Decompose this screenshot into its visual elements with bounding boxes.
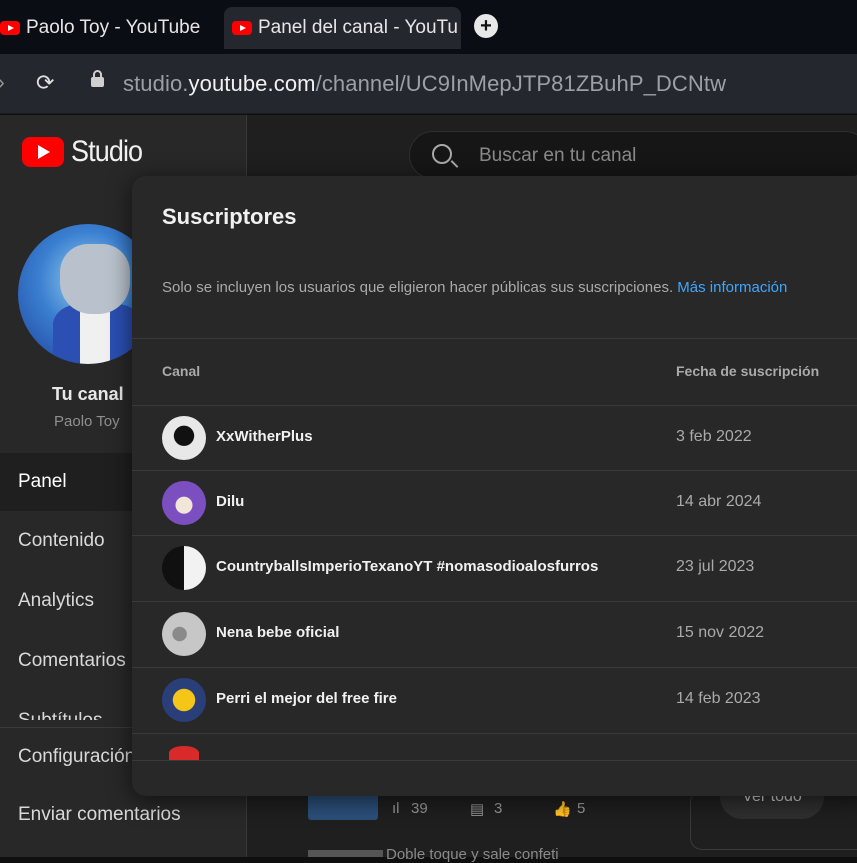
youtube-favicon-icon xyxy=(0,21,20,35)
subscriber-avatar[interactable] xyxy=(162,481,206,525)
subscriber-avatar[interactable] xyxy=(162,416,206,460)
search-icon xyxy=(432,144,452,164)
search-input[interactable]: Buscar en tu canal xyxy=(409,131,857,179)
subscriber-name[interactable]: Nena bebe oficial xyxy=(216,624,339,641)
subscription-date: 3 feb 2022 xyxy=(676,428,752,445)
reload-icon[interactable]: ⟳ xyxy=(36,70,54,96)
subscription-date: 15 nov 2022 xyxy=(676,624,765,641)
logo-text: Studio xyxy=(71,135,143,168)
dialog-footer xyxy=(132,760,857,796)
video-thumbnail[interactable] xyxy=(308,850,383,857)
subscriber-avatar[interactable] xyxy=(169,746,199,760)
comments-count: 3 xyxy=(494,800,503,817)
youtube-favicon-icon xyxy=(232,21,252,35)
channel-title: Tu canal xyxy=(52,384,124,404)
table-row[interactable]: XxWitherPlus 3 feb 2022 xyxy=(132,405,857,470)
likes-count: 5 xyxy=(577,800,586,817)
dialog-title: Suscriptores xyxy=(162,204,297,229)
subscriber-name[interactable]: CountryballsImperioTexanoYT #nomasodioal… xyxy=(216,558,598,575)
channel-name: Paolo Toy xyxy=(54,413,120,430)
views-icon: ıl xyxy=(392,800,400,817)
avatar-shirt xyxy=(80,312,110,364)
tab-label: Panel del canal - YouTu xyxy=(258,17,459,38)
subscriber-avatar[interactable] xyxy=(162,546,206,590)
studio-logo[interactable]: Studio xyxy=(22,135,150,169)
avatar-face xyxy=(60,244,130,314)
subscriber-avatar[interactable] xyxy=(162,612,206,656)
lock-icon[interactable] xyxy=(91,70,104,87)
divider xyxy=(132,338,857,339)
video-title[interactable]: Doble toque y sale confeti xyxy=(386,846,559,863)
column-header-date: Fecha de suscripción xyxy=(676,363,820,379)
url-path: /channel/UC9InMepJTP81ZBuhP_DCNtw xyxy=(315,71,727,96)
url-domain: youtube.com xyxy=(188,71,316,96)
browser-tab-paolo-toy[interactable]: Paolo Toy - YouTube xyxy=(0,7,212,49)
dialog-description: Solo se incluyen los usuarios que eligie… xyxy=(162,279,787,296)
views-count: 39 xyxy=(411,800,428,817)
subscription-date: 23 jul 2023 xyxy=(676,558,755,575)
table-row[interactable]: Nena bebe oficial 15 nov 2022 xyxy=(132,601,857,666)
youtube-logo-icon xyxy=(22,137,64,167)
search-placeholder: Buscar en tu canal xyxy=(479,145,637,166)
table-row[interactable]: CountryballsImperioTexanoYT #nomasodioal… xyxy=(132,535,857,600)
subscriber-name[interactable]: XxWitherPlus xyxy=(216,428,313,445)
address-bar: › ⟳ studio.youtube.com/channel/UC9InMepJ… xyxy=(0,54,857,114)
browser-tab-bar: Paolo Toy - YouTube Panel del canal - Yo… xyxy=(0,0,857,54)
subscriber-avatar[interactable] xyxy=(162,678,206,722)
comments-icon: ▤ xyxy=(470,801,485,818)
description-text: Solo se incluyen los usuarios que eligie… xyxy=(162,279,674,296)
column-header-channel: Canal xyxy=(162,363,201,379)
subscribers-dialog: Suscriptores Solo se incluyen los usuari… xyxy=(132,176,857,796)
subscription-date: 14 feb 2023 xyxy=(676,690,761,707)
subscription-date: 14 abr 2024 xyxy=(676,493,762,510)
tab-label: Paolo Toy - YouTube xyxy=(26,17,201,38)
subscriber-name[interactable]: Dilu xyxy=(216,493,244,510)
back-arrow-icon[interactable]: › xyxy=(0,72,5,95)
table-row[interactable]: Perri el mejor del free fire 14 feb 2023 xyxy=(132,667,857,732)
table-row[interactable]: Dilu 14 abr 2024 xyxy=(132,470,857,535)
likes-icon: 👍 xyxy=(553,801,572,818)
subscriber-name[interactable]: Perri el mejor del free fire xyxy=(216,690,397,707)
more-info-link[interactable]: Más información xyxy=(677,279,787,296)
url-subdomain: studio. xyxy=(123,71,189,96)
browser-tab-panel-del-canal[interactable]: Panel del canal - YouTu xyxy=(224,7,461,49)
url-field[interactable]: studio.youtube.com/channel/UC9InMepJTP81… xyxy=(123,71,726,97)
new-tab-button[interactable]: + xyxy=(474,14,498,38)
